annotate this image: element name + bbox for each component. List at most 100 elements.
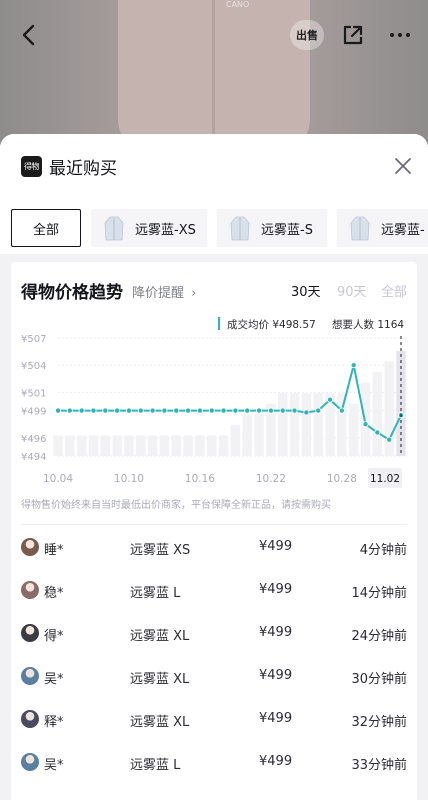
chip-xs[interactable]: 远雾蓝-XS — [91, 209, 207, 247]
volume-bar — [100, 435, 111, 456]
want-count-label: 想要人数 1164 — [332, 318, 404, 331]
close-button[interactable] — [391, 154, 415, 178]
sheet-header: 得物 最近购买 — [0, 134, 428, 196]
purchase-price: ¥499 — [259, 539, 293, 554]
range-90d[interactable]: 90天 — [337, 281, 367, 300]
price-point — [220, 407, 227, 414]
purchase-list: 睡* 远雾蓝 XS ¥499 4分钟前 稳* 远雾蓝 L ¥499 14分钟前 … — [11, 526, 417, 784]
price-point — [114, 407, 121, 414]
chip-m[interactable]: 远雾蓝- — [337, 209, 428, 247]
price-point — [66, 407, 73, 414]
more-button[interactable] — [385, 20, 415, 50]
sheet-title: 最近购买 — [49, 159, 117, 179]
purchase-spec: 远雾蓝 L — [130, 586, 181, 601]
price-point — [137, 407, 144, 414]
price-point — [102, 407, 109, 414]
price-point — [232, 407, 239, 414]
chip-s[interactable]: 远雾蓝-S — [217, 209, 327, 247]
avatar — [21, 624, 39, 642]
price-chart-svg: ¥507 ¥504 ¥501 ¥499 ¥496 ¥494 10.04 10.10 10.16… — [21, 315, 407, 488]
current-date-label: 11.02 — [370, 473, 400, 485]
volume-bar — [147, 435, 158, 456]
avatar — [21, 667, 39, 685]
price-point — [55, 407, 62, 414]
buyer-name: 得* — [44, 629, 64, 644]
volume-bar — [289, 393, 300, 456]
price-point — [90, 407, 97, 414]
chevron-right-icon: › — [191, 286, 197, 301]
y-tick-label: ¥504 — [21, 361, 46, 372]
buyer-name: 睡* — [44, 543, 64, 558]
purchase-row: 吴* 远雾蓝 XL ¥499 30分钟前 — [11, 655, 417, 698]
volume-bar — [348, 403, 359, 456]
buyer-name: 吴* — [44, 758, 64, 773]
volume-bar — [112, 435, 122, 456]
purchase-spec: 远雾蓝 XS — [130, 543, 191, 558]
avatar — [21, 710, 39, 728]
price-point — [362, 421, 369, 428]
volume-bar — [278, 393, 288, 456]
purchase-time: 24分钟前 — [351, 629, 407, 644]
purchase-time: 33分钟前 — [351, 758, 407, 773]
y-tick-label: ¥496 — [21, 434, 46, 445]
volume-bar — [171, 435, 181, 456]
divider — [21, 524, 407, 525]
avatar — [21, 538, 39, 556]
share-button[interactable] — [338, 20, 368, 50]
price-point — [244, 407, 251, 414]
volume-bar — [53, 435, 63, 456]
price-point — [185, 407, 192, 414]
volume-bar — [195, 435, 205, 456]
avatar — [21, 581, 39, 599]
price-point — [161, 407, 168, 414]
jacket-thumbnail-icon — [350, 216, 370, 241]
chevron-left-icon — [22, 24, 35, 46]
purchase-time: 32分钟前 — [351, 715, 407, 730]
close-icon — [395, 158, 411, 174]
chip-label: 远雾蓝-S — [261, 222, 313, 238]
product-logo-text: CANO — [226, 0, 250, 9]
x-tick-label: 10.22 — [256, 473, 286, 485]
avg-price-label: 成交均价 ¥498.57 — [227, 318, 316, 331]
purchase-time: 4分钟前 — [359, 543, 407, 558]
price-alert-link[interactable]: 降价提醒 › — [132, 282, 196, 301]
price-point — [208, 407, 215, 414]
range-30d[interactable]: 30天 — [291, 281, 321, 300]
purchase-time: 14分钟前 — [351, 586, 407, 601]
price-trend-chart: ¥507 ¥504 ¥501 ¥499 ¥496 ¥494 10.04 10.10 10.16… — [11, 308, 417, 508]
price-point — [350, 362, 357, 369]
purchase-row: 稳* 远雾蓝 L ¥499 14分钟前 — [11, 569, 417, 612]
price-point — [291, 407, 298, 414]
chip-all[interactable]: 全部 — [11, 209, 81, 247]
back-button[interactable] — [14, 20, 44, 50]
price-point — [338, 407, 345, 414]
volume-bar — [88, 435, 99, 456]
volume-bar — [124, 435, 134, 456]
product-jacket-image — [118, 0, 310, 150]
y-tick-label: ¥507 — [21, 334, 46, 345]
jacket-thumbnail-icon — [230, 216, 250, 241]
volume-bar — [159, 435, 170, 456]
purchase-spec: 远雾蓝 XL — [130, 629, 190, 644]
volume-bar — [242, 414, 252, 456]
purchase-time: 30分钟前 — [351, 672, 407, 687]
volume-bar — [183, 435, 193, 456]
price-disclaimer: 得物售价始终来自当时最低出价商家，平台保障全新正品，请按需购买 — [21, 500, 331, 511]
y-tick-label: ¥501 — [21, 388, 46, 399]
purchase-row: 睡* 远雾蓝 XS ¥499 4分钟前 — [11, 526, 417, 569]
purchase-spec: 远雾蓝 XL — [130, 715, 190, 730]
trend-title: 得物价格趋势 — [21, 283, 123, 303]
volume-bar — [313, 393, 323, 456]
volume-bar — [301, 393, 312, 456]
price-point — [303, 409, 310, 416]
purchase-price: ¥499 — [259, 754, 293, 769]
recent-purchases-sheet: 得物 最近购买 全部 远雾蓝-XS 远雾蓝-S 远雾蓝- 得物价格趋势 降价提醒… — [0, 134, 428, 800]
volume-bar — [76, 435, 87, 456]
sell-button[interactable]: 出售 — [290, 20, 324, 50]
x-tick-label: 10.10 — [114, 473, 144, 485]
purchase-price: ¥499 — [259, 582, 293, 597]
volume-bar — [218, 435, 229, 456]
price-point — [256, 407, 263, 414]
range-all[interactable]: 全部 — [381, 281, 407, 300]
price-trend-card: 得物价格趋势 降价提醒 › 30天 90天 全部 ¥507 ¥504 ¥501 ¥49… — [11, 262, 417, 800]
